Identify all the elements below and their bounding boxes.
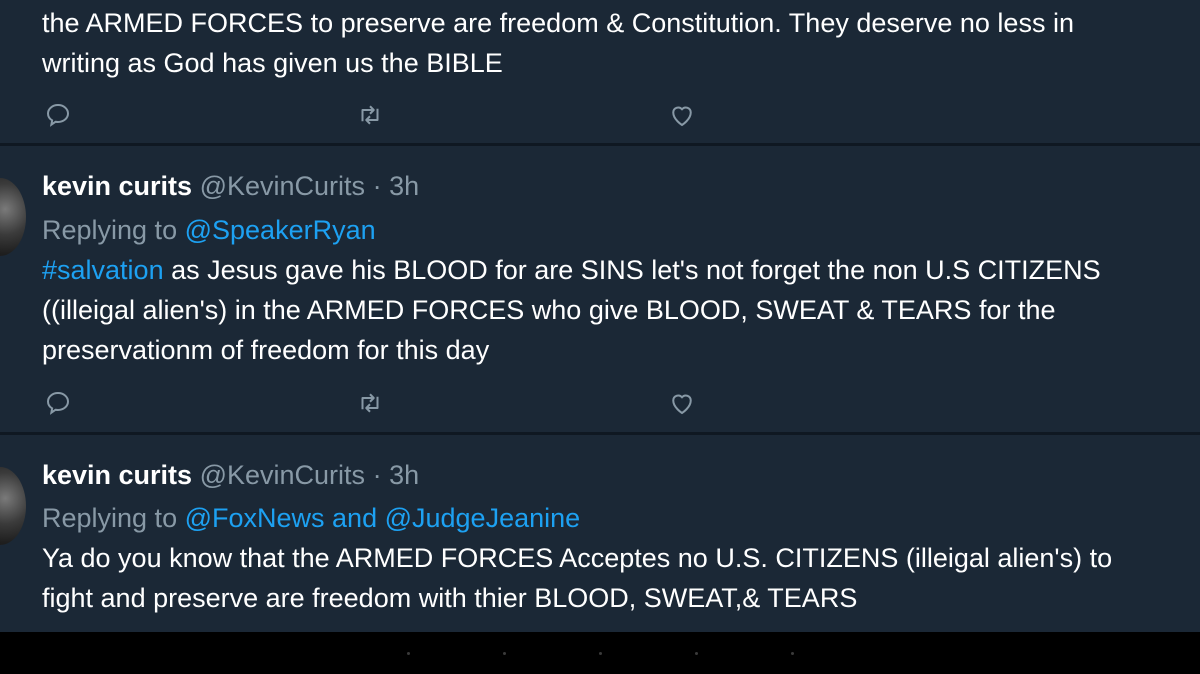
mention-link[interactable]: @SpeakerRyan — [185, 215, 376, 245]
nav-dot — [599, 652, 602, 655]
user-name[interactable]: kevin curits — [42, 171, 192, 201]
separator: · — [372, 460, 382, 490]
nav-dot — [695, 652, 698, 655]
mention-link[interactable]: @FoxNews and @JudgeJeanine — [185, 503, 581, 533]
tweet-2[interactable]: kevin curits @KevinCurits · 3h Replying … — [0, 146, 1200, 432]
replying-label: Replying to — [42, 215, 178, 245]
heart-icon[interactable] — [667, 100, 697, 130]
replying-label: Replying to — [42, 503, 178, 533]
bottom-bar — [0, 632, 1200, 674]
hashtag-link[interactable]: #salvation — [42, 255, 164, 285]
retweet-icon[interactable] — [355, 388, 385, 418]
timestamp[interactable]: 3h — [389, 460, 419, 490]
replying-to: Replying to @FoxNews and @JudgeJeanine — [42, 498, 580, 538]
avatar[interactable] — [0, 467, 26, 545]
tweet-2-text-line-3: preservationm of freedom for this day — [42, 335, 490, 365]
tweet-1-text-line-1: the ARMED FORCES to preserve are freedom… — [42, 8, 1074, 38]
tweet-1-text-line-2: writing as God has given us the BIBLE — [42, 48, 503, 78]
tweet-2-text-rest: as Jesus gave his BLOOD for are SINS let… — [163, 255, 1101, 285]
nav-dot — [791, 652, 794, 655]
tweet-3[interactable]: kevin curits @KevinCurits · 3h Replying … — [0, 435, 1200, 632]
tweet-2-actions — [0, 388, 1200, 428]
reply-icon[interactable] — [43, 100, 73, 130]
tweet-3-text-line-2: fight and preserve are freedom with thie… — [42, 583, 858, 613]
tweet-2-header: kevin curits @KevinCurits · 3h — [42, 166, 419, 206]
replying-to: Replying to @SpeakerRyan — [42, 210, 376, 250]
separator: · — [372, 171, 382, 201]
tweet-2-text-line-1: #salvation as Jesus gave his BLOOD for a… — [42, 250, 1101, 290]
user-handle[interactable]: @KevinCurits — [200, 460, 365, 490]
tweet-2-text-line-2: ((illeigal alien's) in the ARMED FORCES … — [42, 295, 1056, 325]
avatar[interactable] — [0, 178, 26, 256]
user-name[interactable]: kevin curits — [42, 460, 192, 490]
tweet-3-text-line-1: Ya do you know that the ARMED FORCES Acc… — [42, 543, 1113, 573]
user-handle[interactable]: @KevinCurits — [200, 171, 365, 201]
reply-icon[interactable] — [43, 388, 73, 418]
tweet-1[interactable]: the ARMED FORCES to preserve are freedom… — [0, 0, 1200, 143]
timestamp[interactable]: 3h — [389, 171, 419, 201]
tweet-1-actions — [0, 100, 1200, 140]
nav-dot — [407, 652, 410, 655]
heart-icon[interactable] — [667, 388, 697, 418]
tweet-3-header: kevin curits @KevinCurits · 3h — [42, 455, 419, 495]
retweet-icon[interactable] — [355, 100, 385, 130]
nav-dot — [503, 652, 506, 655]
